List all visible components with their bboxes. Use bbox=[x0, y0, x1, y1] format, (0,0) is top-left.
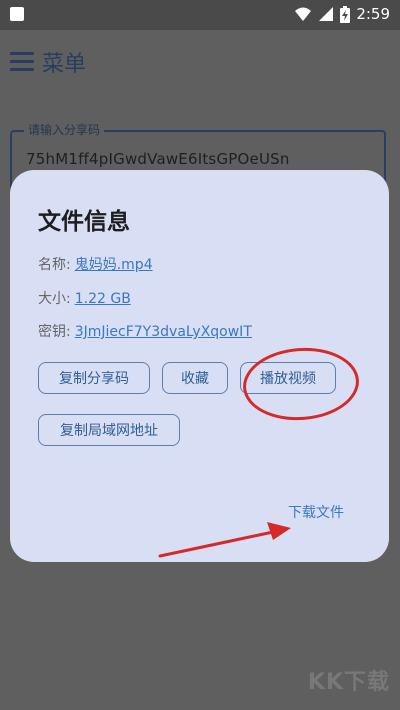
clock: 2:59 bbox=[356, 5, 390, 23]
file-name-row: 名称: 鬼妈妈.mp4 bbox=[38, 254, 153, 274]
file-key-label: 密钥: bbox=[38, 324, 71, 340]
file-size-row: 大小: 1.22 GB bbox=[38, 288, 131, 308]
battery-charging-icon bbox=[340, 5, 351, 23]
watermark: KK下载 bbox=[307, 670, 390, 695]
download-file-button[interactable]: 下载文件 bbox=[288, 502, 344, 522]
file-name-label: 名称: bbox=[38, 257, 71, 273]
status-icons: 2:59 bbox=[294, 5, 390, 23]
copy-share-code-button[interactable]: 复制分享码 bbox=[38, 362, 150, 394]
notification-icon bbox=[10, 7, 24, 21]
share-code-value: 75hM1ff4pIGwdVawE6ItsGPOeUSn bbox=[26, 150, 290, 168]
file-name-value[interactable]: 鬼妈妈.mp4 bbox=[75, 257, 153, 273]
file-key-value[interactable]: 3JmJiecF7Y3dvaLyXqowIT bbox=[75, 324, 252, 340]
hamburger-menu-icon[interactable] bbox=[10, 52, 34, 72]
annotation-circle bbox=[240, 344, 362, 424]
wifi-icon bbox=[295, 7, 312, 21]
app-title: 菜单 bbox=[42, 52, 87, 77]
file-size-label: 大小: bbox=[38, 291, 71, 307]
file-info-dialog: 文件信息 名称: 鬼妈妈.mp4 大小: 1.22 GB 密钥: 3JmJiecF7Y… bbox=[10, 170, 389, 562]
app-bar: 菜单 bbox=[0, 30, 400, 94]
dialog-title: 文件信息 bbox=[38, 209, 130, 235]
share-code-label: 请输入分享码 bbox=[24, 121, 105, 138]
annotation-arrow-icon bbox=[158, 522, 291, 558]
file-key-row: 密钥: 3JmJiecF7Y3dvaLyXqowIT bbox=[38, 321, 252, 341]
file-size-value[interactable]: 1.22 GB bbox=[75, 291, 131, 307]
signal-icon bbox=[319, 7, 334, 21]
favorite-button[interactable]: 收藏 bbox=[162, 362, 228, 394]
status-bar: 2:59 bbox=[0, 0, 400, 30]
copy-lan-address-button[interactable]: 复制局域网地址 bbox=[38, 414, 180, 446]
